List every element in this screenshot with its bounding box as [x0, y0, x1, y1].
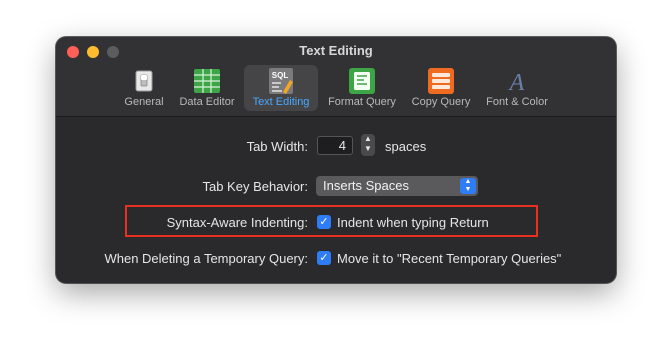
stepper-down-icon[interactable]: ▼ [361, 144, 375, 154]
tab-width-unit: spaces [385, 139, 427, 154]
tab-format-query[interactable]: Format Query [322, 65, 402, 111]
stepper-up-icon[interactable]: ▲ [361, 134, 375, 144]
tab-font-color-label: Font & Color [486, 96, 548, 108]
grid-table-icon [194, 69, 220, 93]
tab-format-query-label: Format Query [328, 96, 396, 108]
checkmark-icon: ✓ [319, 216, 329, 228]
tab-copy-query-label: Copy Query [411, 96, 471, 108]
tab-key-behavior-popup[interactable]: Inserts Spaces ▲ ▼ [316, 176, 478, 196]
tab-width-input[interactable]: 4 [317, 136, 353, 155]
format-doc-icon [349, 68, 375, 94]
sql-icon-text: SQL [272, 71, 289, 80]
tab-key-behavior-value: Inserts Spaces [323, 178, 409, 193]
tab-font-color[interactable]: A Font & Color [480, 65, 554, 111]
indent-on-return-label[interactable]: Indent when typing Return [337, 215, 489, 230]
font-a-icon: A [508, 70, 525, 94]
tab-general-label: General [124, 96, 164, 108]
copy-list-icon [428, 68, 454, 94]
syntax-aware-indenting-label: Syntax-Aware Indenting: [166, 215, 308, 230]
tab-width-label: Tab Width: [246, 139, 308, 154]
tab-general[interactable]: General [118, 65, 170, 111]
tab-copy-query[interactable]: Copy Query [406, 65, 476, 111]
popup-chevrons-icon: ▲ ▼ [460, 178, 476, 194]
tab-data-editor-label: Data Editor [179, 96, 235, 108]
tab-text-editing[interactable]: SQL Text Editing [244, 65, 318, 111]
tab-data-editor[interactable]: Data Editor [174, 65, 240, 111]
move-to-recent-label[interactable]: Move it to "Recent Temporary Queries" [337, 251, 561, 266]
window-title: Text Editing [299, 43, 373, 58]
toolbar: Text Editing General Data Editor SQL Tex… [56, 37, 616, 117]
tab-text-editing-label: Text Editing [252, 96, 310, 108]
font-icon-letter: A [508, 70, 525, 94]
deleting-temp-query-label: When Deleting a Temporary Query: [104, 251, 308, 266]
checkmark-icon: ✓ [319, 252, 329, 264]
tab-key-behavior-label: Tab Key Behavior: [202, 179, 308, 194]
tab-width-stepper[interactable]: ▲ ▼ [361, 134, 375, 156]
general-switch-icon [135, 70, 153, 92]
indent-on-return-checkbox[interactable]: ✓ [317, 215, 331, 229]
preferences-window: Text Editing General Data Editor SQL Tex… [56, 37, 616, 283]
move-to-recent-checkbox[interactable]: ✓ [317, 251, 331, 265]
sql-pencil-icon: SQL [269, 68, 293, 94]
